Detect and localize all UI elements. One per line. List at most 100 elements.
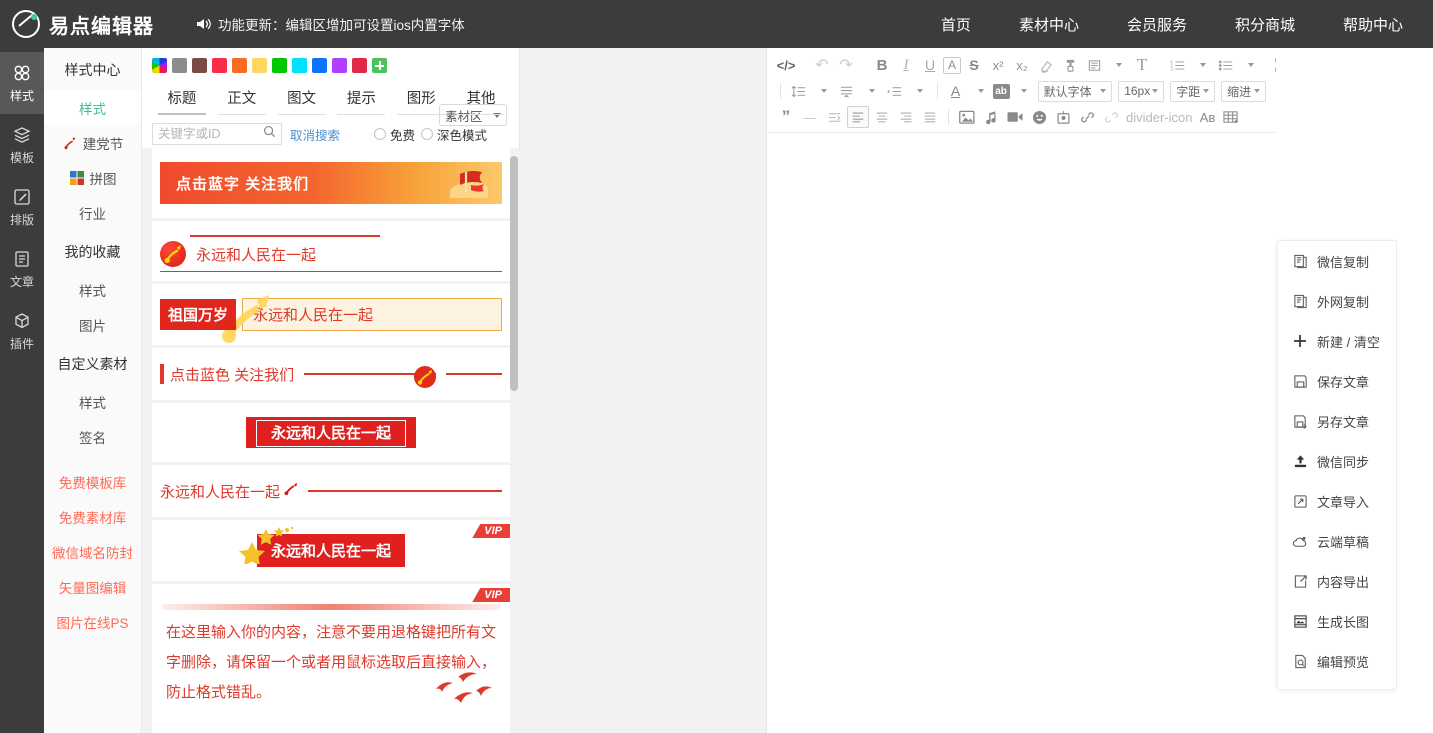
rail-item-article[interactable]: 文章	[0, 238, 44, 300]
action-wechat-copy[interactable]: 微信复制	[1278, 241, 1396, 281]
list-item[interactable]: 永远和人民在一起	[152, 221, 510, 281]
nav-link-wechat-domain-protect[interactable]: 微信域名防封	[44, 534, 141, 569]
align-justify-icon[interactable]	[919, 106, 941, 128]
swatch-green[interactable]	[272, 58, 287, 73]
strikethrough-button[interactable]: S	[963, 54, 985, 76]
action-content-export[interactable]: 内容导出	[1278, 561, 1396, 601]
border-text-button[interactable]: A	[943, 56, 961, 74]
italic-button[interactable]: I	[895, 54, 917, 76]
nav-home[interactable]: 首页	[941, 14, 971, 35]
unordered-list-caret[interactable]	[1239, 54, 1261, 76]
list-item[interactable]: 点击蓝字 关注我们	[152, 148, 510, 218]
swatch-gray[interactable]	[172, 58, 187, 73]
tab-body[interactable]: 正文	[212, 83, 272, 115]
action-wechat-sync[interactable]: 微信同步	[1278, 441, 1396, 481]
nav-item-fav-image[interactable]: 图片	[44, 307, 141, 342]
rail-item-template[interactable]: 模板	[0, 114, 44, 176]
font-size-select[interactable]: 16px	[1118, 80, 1165, 102]
source-code-button[interactable]: </>	[775, 54, 797, 76]
swatch-cyan[interactable]	[292, 58, 307, 73]
line-height-caret[interactable]	[812, 80, 834, 102]
nav-link-free-templates[interactable]: 免费模板库	[44, 464, 141, 499]
action-external-copy[interactable]: 外网复制	[1278, 281, 1396, 321]
tab-tips[interactable]: 提示	[331, 83, 391, 115]
undo-button[interactable]: ↶	[811, 54, 833, 76]
list-item[interactable]: VIP 永远和人民在一起	[152, 520, 510, 581]
highlight-color-button[interactable]: ab	[992, 83, 1010, 99]
swatch-red[interactable]	[212, 58, 227, 73]
swatch-add-button[interactable]	[372, 58, 387, 73]
swatch-crimson[interactable]	[352, 58, 367, 73]
nav-item-fav-style[interactable]: 样式	[44, 272, 141, 307]
indent-select[interactable]: 缩进	[1221, 80, 1267, 102]
nav-help-center[interactable]: 帮助中心	[1343, 14, 1403, 35]
nav-link-vector-editor[interactable]: 矢量图编辑	[44, 569, 141, 604]
horizontal-rule-button[interactable]: —	[799, 106, 821, 128]
radio-dark-mode[interactable]: 深色模式	[421, 125, 487, 144]
action-article-import[interactable]: 文章导入	[1278, 481, 1396, 521]
action-new-clear[interactable]: 新建 / 清空	[1278, 321, 1396, 361]
font-family-select[interactable]: 默认字体	[1037, 80, 1113, 102]
nav-item-custom-style[interactable]: 样式	[44, 384, 141, 419]
rail-item-plugin[interactable]: 插件	[0, 300, 44, 362]
format-brush-icon[interactable]	[1059, 54, 1081, 76]
action-cloud-draft[interactable]: 云端草稿	[1278, 521, 1396, 561]
tab-other[interactable]: 其他	[451, 83, 511, 115]
underline-button[interactable]: U	[919, 54, 941, 76]
nav-member-service[interactable]: 会员服务	[1127, 14, 1187, 35]
paragraph-format-icon[interactable]	[1083, 54, 1105, 76]
list-item[interactable]: 祖国万岁 永远和人民在一起	[152, 284, 510, 345]
action-edit-preview[interactable]: 编辑预览	[1278, 641, 1396, 681]
video-icon[interactable]	[1004, 106, 1026, 128]
radio-free[interactable]: 免费	[374, 125, 415, 144]
swatch-orange[interactable]	[232, 58, 247, 73]
nav-item-party-festival[interactable]: 建党节	[44, 125, 141, 160]
nav-item-custom-signature[interactable]: 签名	[44, 419, 141, 454]
image-icon[interactable]	[956, 106, 978, 128]
redo-button[interactable]: ↷	[835, 54, 857, 76]
bold-button[interactable]: B	[871, 54, 893, 76]
superscript-button[interactable]: x²	[987, 54, 1009, 76]
line-height-icon[interactable]	[788, 80, 810, 102]
subscript-button[interactable]: x₂	[1011, 54, 1033, 76]
letter-spacing-icon[interactable]	[884, 80, 906, 102]
letter-spacing-caret[interactable]	[908, 80, 930, 102]
action-save-as-article[interactable]: 另存文章	[1278, 401, 1396, 441]
rail-item-layout[interactable]: 排版	[0, 176, 44, 238]
swatch-rainbow[interactable]	[152, 58, 167, 73]
list-item[interactable]: VIP 在这里输入你的内容，注意不要用退格键把所有文字删除，请保留一个或者用鼠标…	[152, 584, 510, 733]
text-style-button[interactable]: T	[1131, 54, 1153, 76]
list-item[interactable]: 点击蓝色 关注我们	[152, 348, 510, 400]
search-input[interactable]	[158, 127, 263, 141]
emoji-icon[interactable]	[1028, 106, 1050, 128]
para-spacing-icon[interactable]	[836, 80, 858, 102]
clear-style-button[interactable]: Aʙ	[1196, 106, 1218, 128]
rail-item-style[interactable]: 样式	[0, 52, 44, 114]
cancel-search-link[interactable]: 取消搜索	[290, 125, 340, 144]
link-icon[interactable]	[1076, 106, 1098, 128]
swatch-brown[interactable]	[192, 58, 207, 73]
unlink-icon[interactable]	[1100, 106, 1122, 128]
nav-item-style[interactable]: 样式	[44, 90, 141, 125]
search-box[interactable]	[152, 123, 282, 145]
font-color-button[interactable]: A	[945, 80, 967, 102]
table-icon[interactable]	[1220, 106, 1242, 128]
nav-item-puzzle[interactable]: 拼图	[44, 160, 141, 195]
tab-shapes[interactable]: 图形	[391, 83, 451, 115]
action-save-article[interactable]: 保存文章	[1278, 361, 1396, 401]
indent-increase-icon[interactable]	[823, 106, 845, 128]
divider-button[interactable]: divider-icon	[1124, 106, 1194, 128]
nav-material-center[interactable]: 素材中心	[1019, 14, 1079, 35]
material-list[interactable]: 点击蓝字 关注我们 永远和人民在一起 祖国万岁 永远和人民在一起 点击蓝色 关注…	[142, 148, 520, 733]
nav-item-industry[interactable]: 行业	[44, 195, 141, 230]
align-left-icon[interactable]	[847, 106, 869, 128]
swatch-yellow[interactable]	[252, 58, 267, 73]
tab-graphic-text[interactable]: 图文	[272, 83, 332, 115]
font-color-caret[interactable]	[969, 80, 991, 102]
highlight-color-caret[interactable]	[1012, 80, 1034, 102]
logo[interactable]: 易点编辑器	[0, 10, 154, 39]
paragraph-format-caret[interactable]	[1107, 54, 1129, 76]
para-spacing-caret[interactable]	[860, 80, 882, 102]
editor-content-area[interactable]	[767, 140, 1276, 733]
align-center-icon[interactable]	[871, 106, 893, 128]
